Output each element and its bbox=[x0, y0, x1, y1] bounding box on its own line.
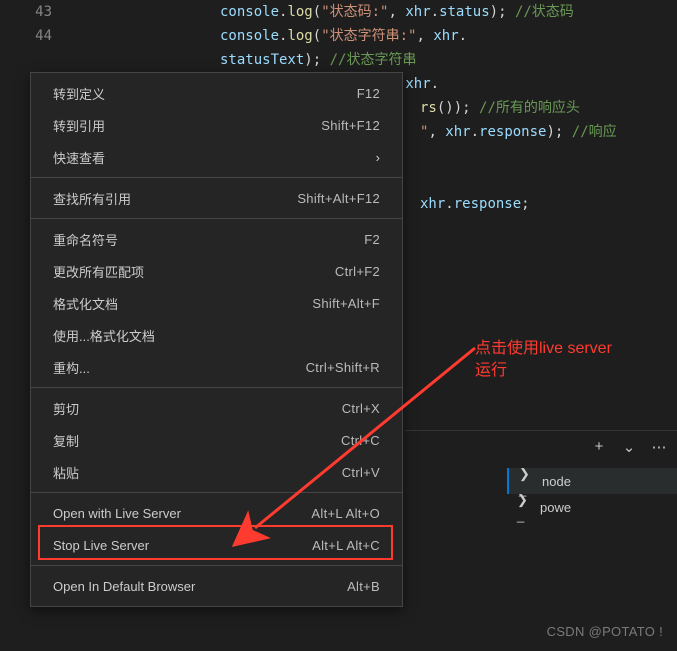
menu-item-label: 重命名符号 bbox=[53, 230, 118, 249]
menu-item-label: 剪切 bbox=[53, 399, 79, 418]
menu-item-shortcut: Alt+L Alt+C bbox=[312, 538, 380, 553]
terminal-shell-item[interactable]: ❯_ powe bbox=[507, 494, 677, 520]
menu-item-label: 复制 bbox=[53, 431, 79, 450]
annotation-text: 点击使用live server 运行 bbox=[475, 338, 612, 382]
menu-item[interactable]: Stop Live Server Alt+L Alt+C bbox=[31, 529, 402, 561]
menu-item-label: 快速查看 bbox=[53, 148, 105, 167]
menu-separator bbox=[31, 492, 402, 493]
terminal-shell-label: node bbox=[542, 474, 571, 489]
menu-separator bbox=[31, 177, 402, 178]
menu-separator bbox=[31, 387, 402, 388]
menu-item-shortcut: F2 bbox=[364, 232, 380, 247]
line-number: 43 bbox=[0, 0, 52, 24]
menu-item-label: 粘贴 bbox=[53, 463, 79, 482]
menu-item-label: 格式化文档 bbox=[53, 294, 118, 313]
faint-background-text bbox=[0, 627, 677, 651]
menu-item[interactable]: 格式化文档 Shift+Alt+F bbox=[31, 287, 402, 319]
terminal-toolbar: + ⌄ ⋯ bbox=[589, 438, 669, 456]
menu-item[interactable]: 粘贴 Ctrl+V bbox=[31, 456, 402, 488]
menu-item-label: 重构... bbox=[53, 358, 90, 377]
menu-separator bbox=[31, 218, 402, 219]
chevron-right-icon: › bbox=[376, 150, 380, 165]
menu-item[interactable]: Open with Live Server Alt+L Alt+O bbox=[31, 497, 402, 529]
menu-item[interactable]: 快速查看 › bbox=[31, 141, 402, 173]
menu-item-label: Open with Live Server bbox=[53, 506, 181, 521]
menu-item-label: Open In Default Browser bbox=[53, 579, 195, 594]
menu-item-shortcut: Shift+F12 bbox=[321, 118, 380, 133]
panel-divider bbox=[405, 430, 677, 431]
menu-item-label: 转到定义 bbox=[53, 84, 105, 103]
line-number bbox=[0, 48, 52, 72]
code-token: console bbox=[220, 4, 279, 20]
menu-item-shortcut: F12 bbox=[357, 86, 380, 101]
menu-item-shortcut: Ctrl+X bbox=[342, 401, 380, 416]
terminal-shell-list: ❯_node❯_ powe bbox=[507, 468, 677, 520]
menu-item-shortcut: Ctrl+V bbox=[342, 465, 380, 480]
terminal-shell-label: powe bbox=[540, 500, 571, 515]
terminal-shell-item[interactable]: ❯_node bbox=[507, 468, 677, 494]
menu-item-shortcut: Ctrl+Shift+R bbox=[306, 360, 380, 375]
menu-item-shortcut: Alt+B bbox=[347, 579, 380, 594]
menu-item-shortcut: Shift+Alt+F bbox=[312, 296, 380, 311]
menu-item-label: 转到引用 bbox=[53, 116, 105, 135]
menu-item[interactable]: 更改所有匹配项 Ctrl+F2 bbox=[31, 255, 402, 287]
menu-item-shortcut: Shift+Alt+F12 bbox=[297, 191, 380, 206]
menu-item[interactable]: 剪切 Ctrl+X bbox=[31, 392, 402, 424]
menu-item-label: 查找所有引用 bbox=[53, 189, 131, 208]
context-menu: 转到定义 F12 转到引用 Shift+F12 快速查看 › 查找所有引用 Shift+Alt… bbox=[30, 72, 403, 607]
menu-item[interactable]: 重命名符号 F2 bbox=[31, 223, 402, 255]
menu-item[interactable]: 复制 Ctrl+C bbox=[31, 424, 402, 456]
menu-item-shortcut: Ctrl+C bbox=[341, 433, 380, 448]
terminal-icon: ❯_ bbox=[517, 492, 532, 523]
line-number: 44 bbox=[0, 24, 52, 48]
menu-item-label: 更改所有匹配项 bbox=[53, 262, 144, 281]
more-icon[interactable]: ⋯ bbox=[649, 438, 669, 456]
menu-item-shortcut: Ctrl+F2 bbox=[335, 264, 380, 279]
menu-item[interactable]: 重构... Ctrl+Shift+R bbox=[31, 351, 402, 383]
chevron-down-icon[interactable]: ⌄ bbox=[619, 438, 639, 456]
menu-item[interactable]: 转到引用 Shift+F12 bbox=[31, 109, 402, 141]
menu-item-label: Stop Live Server bbox=[53, 538, 149, 553]
menu-item[interactable]: 使用...格式化文档 bbox=[31, 319, 402, 351]
menu-item[interactable]: 查找所有引用 Shift+Alt+F12 bbox=[31, 182, 402, 214]
menu-item-shortcut: Alt+L Alt+O bbox=[311, 506, 380, 521]
new-terminal-icon[interactable]: + bbox=[589, 438, 609, 456]
menu-item[interactable]: Open In Default Browser Alt+B bbox=[31, 570, 402, 602]
menu-item-label: 使用...格式化文档 bbox=[53, 326, 155, 345]
menu-item[interactable]: 转到定义 F12 bbox=[31, 77, 402, 109]
menu-separator bbox=[31, 565, 402, 566]
